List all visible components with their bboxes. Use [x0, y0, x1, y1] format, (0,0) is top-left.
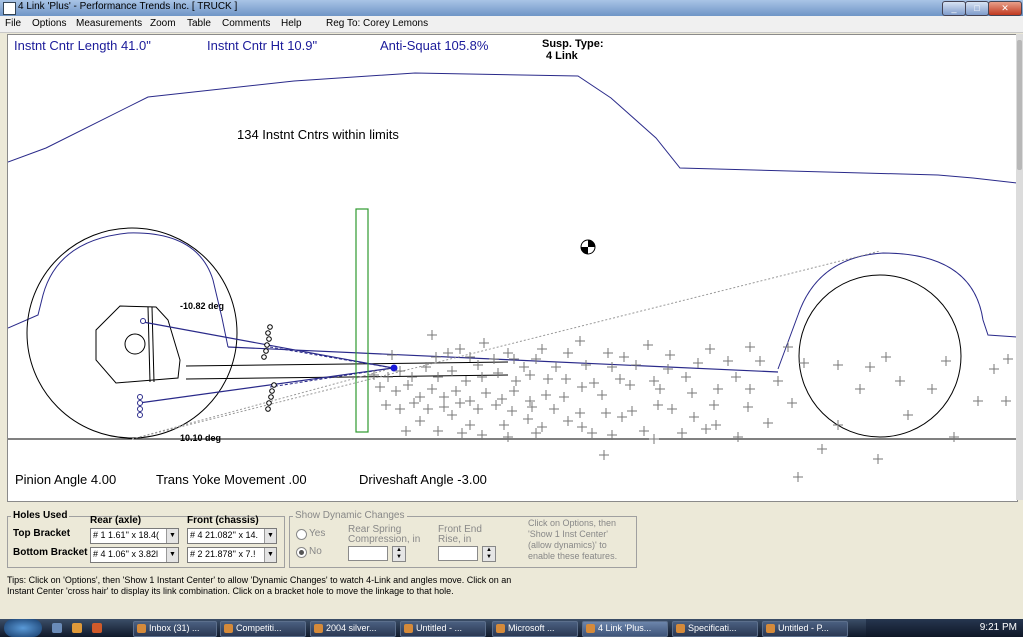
dynamic-yes-label: Yes — [309, 528, 326, 539]
close-button[interactable]: ✕ — [988, 1, 1022, 16]
front-chassis-header: Front (chassis) — [187, 515, 259, 526]
vehicle-drawing — [8, 72, 1017, 482]
tips-line-2: Instant Center 'cross hair' to display i… — [7, 586, 454, 596]
app-icon — [314, 624, 323, 633]
axle-center — [124, 333, 146, 355]
dynamic-no-radio[interactable] — [296, 547, 307, 558]
app-icon — [404, 624, 413, 633]
bottom-rear-hole-select[interactable]: # 4 1.06'' x 3.82l ▼ — [90, 547, 179, 563]
app-icon — [586, 624, 595, 633]
minimize-button[interactable]: _ — [942, 1, 966, 16]
tips-line-1: Tips: Click on 'Options', then 'Show 1 I… — [7, 575, 512, 585]
vertical-scrollbar[interactable] — [1016, 34, 1023, 500]
taskbar: Inbox (31) ... Competiti... 2004 silver.… — [0, 619, 1023, 637]
dynamic-yes-radio[interactable] — [296, 529, 307, 540]
rear-axle-header: Rear (axle) — [90, 515, 142, 526]
clock[interactable]: 9:21 PM — [980, 622, 1017, 633]
menu-comments[interactable]: Comments — [222, 18, 270, 29]
chevron-down-icon[interactable]: ▼ — [166, 548, 178, 562]
scroll-thumb[interactable] — [1017, 40, 1022, 170]
holes-used-label: Holes Used — [11, 510, 70, 521]
front-fender — [777, 252, 1017, 370]
front-end-input[interactable] — [438, 546, 478, 561]
instant-center-crosses — [369, 330, 1013, 482]
menu-table[interactable]: Table — [187, 18, 211, 29]
rear-top-bracket-holes — [140, 318, 146, 324]
front-top-bracket-holes — [261, 324, 273, 360]
app-icon — [766, 624, 775, 633]
app-icon — [3, 2, 16, 15]
taskbar-item-2004-silver[interactable]: 2004 silver... — [310, 621, 396, 637]
bottom-bracket-label: Bottom Bracket — [13, 547, 88, 558]
maximize-button[interactable]: □ — [965, 1, 989, 16]
start-button[interactable] — [4, 619, 42, 637]
rear-spring-input[interactable] — [348, 546, 388, 561]
chevron-down-icon[interactable]: ▼ — [264, 548, 276, 562]
taskbar-item-untitled-1[interactable]: Untitled - ... — [400, 621, 486, 637]
taskbar-item-untitled-2[interactable]: Untitled - P... — [762, 621, 848, 637]
menu-zoom[interactable]: Zoom — [150, 18, 176, 29]
app-icon — [496, 624, 505, 633]
menu-file[interactable]: File — [5, 18, 21, 29]
top-bracket-label: Top Bracket — [13, 528, 71, 539]
bottom-front-hole-select[interactable]: # 2 21.878'' x 7.! ▼ — [187, 547, 277, 563]
app-icon — [676, 624, 685, 633]
frame-rail — [227, 346, 779, 373]
instant-center-marker — [390, 364, 398, 372]
top-front-hole-select[interactable]: # 4 21.082'' x 14. ▼ — [187, 528, 277, 544]
chevron-down-icon[interactable]: ▼ — [264, 529, 276, 543]
chevron-down-icon[interactable]: ▼ — [166, 529, 178, 543]
menu-options[interactable]: Options — [32, 18, 66, 29]
front-end-spinner[interactable]: ▲ ▼ — [482, 546, 496, 562]
rear-spring-label-2: Compression, in — [348, 534, 421, 545]
front-end-label-2: Rise, in — [438, 534, 472, 545]
dynamic-note-3: (allow dynamics)' to — [528, 540, 607, 550]
dynamic-note-4: enable these features. — [528, 551, 618, 561]
quick-launch-icon[interactable] — [92, 623, 102, 633]
app-icon — [137, 624, 146, 633]
driveshaft-line — [185, 361, 509, 367]
app-icon — [224, 624, 233, 633]
taskbar-item-specifications[interactable]: Specificati... — [672, 621, 758, 637]
menu-bar: File Options Measurements Zoom Table Com… — [0, 16, 1023, 33]
top-rear-hole-select[interactable]: # 1 1.61'' x 18.4(▼ — [90, 528, 179, 544]
taskbar-item-inbox[interactable]: Inbox (31) ... — [133, 621, 217, 637]
dynamic-note-1: Click on Options, then — [528, 518, 617, 528]
dynamic-changes-label: Show Dynamic Changes — [293, 510, 407, 521]
cg-symbol — [580, 239, 596, 255]
taskbar-item-competition[interactable]: Competiti... — [220, 621, 306, 637]
window-title: 4 Link 'Plus' - Performance Trends Inc. … — [18, 1, 238, 12]
body-outline — [8, 72, 1017, 184]
dynamic-note-2: 'Show 1 Inst Center' — [528, 529, 608, 539]
anti-squat-line — [131, 250, 881, 440]
system-tray: 9:21 PM — [866, 619, 1023, 637]
rear-spring-spinner[interactable]: ▲ ▼ — [392, 546, 406, 562]
ic-limit-box — [355, 208, 369, 433]
axle-housing — [95, 305, 181, 384]
front-tire — [798, 274, 962, 438]
menu-measurements[interactable]: Measurements — [76, 18, 142, 29]
registration-label: Reg To: Corey Lemons — [326, 18, 429, 29]
rear-fender — [8, 232, 229, 348]
bottom-link — [138, 367, 394, 404]
rear-bottom-bracket-holes — [137, 394, 143, 418]
dynamic-no-label: No — [309, 546, 322, 557]
quick-launch-icon[interactable] — [72, 623, 82, 633]
menu-help[interactable]: Help — [281, 18, 302, 29]
linkage-canvas[interactable]: Instnt Cntr Length 41.0" Instnt Cntr Ht … — [7, 34, 1018, 502]
taskbar-item-microsoft[interactable]: Microsoft ... — [492, 621, 578, 637]
title-bar: 4 Link 'Plus' - Performance Trends Inc. … — [0, 0, 1023, 17]
taskbar-item-4link[interactable]: 4 Link 'Plus... — [582, 621, 668, 637]
quick-launch-icon[interactable] — [52, 623, 62, 633]
